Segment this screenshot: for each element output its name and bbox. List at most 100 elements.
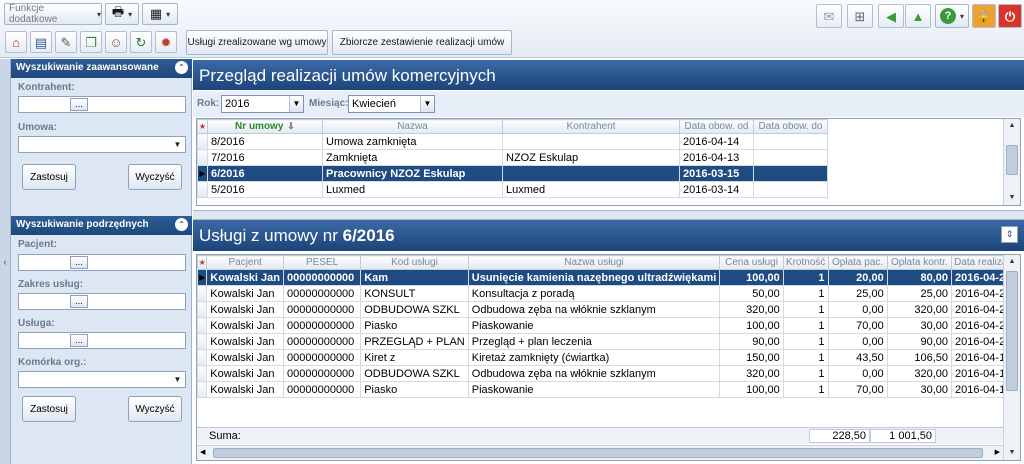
- column-header-od[interactable]: Data obow. od: [679, 119, 754, 134]
- table-row[interactable]: Kowalski Jan 00000000000 Kiret z Kiretaż…: [197, 349, 1020, 366]
- help-dropdown[interactable]: ? ▾: [935, 4, 969, 28]
- table-row[interactable]: 5/2016 Luxmed Luxmed 2016-03-14: [197, 181, 828, 198]
- stethoscope-icon[interactable]: ✎: [55, 31, 77, 53]
- documents-icon[interactable]: ❐: [80, 31, 102, 53]
- column-header-kod[interactable]: Kod usługi: [360, 255, 469, 270]
- refresh-icon[interactable]: ↻: [130, 31, 152, 53]
- scroll-left-icon[interactable]: ◀: [200, 448, 205, 456]
- cell-oplata-pac: 20,00: [827, 269, 888, 286]
- funkcje-dodatkowe-dropdown[interactable]: Funkcje dodatkowe ▾: [4, 3, 102, 25]
- collapse-up-icon[interactable]: ⌃: [175, 218, 188, 231]
- rok-select[interactable]: 2016 ▼: [221, 95, 304, 113]
- column-header-oplata-pac[interactable]: Opłata pac.: [827, 255, 888, 270]
- cell-cena: 320,00: [719, 365, 784, 382]
- apply-sub-button[interactable]: Zastosuj: [22, 396, 76, 422]
- suma-label: Suma:: [209, 430, 241, 442]
- zakres-uslug-field[interactable]: ...: [18, 293, 186, 310]
- org-tree-icon[interactable]: ⊞: [847, 4, 873, 28]
- table-row[interactable]: Kowalski Jan 00000000000 ODBUDOWA SZKL O…: [197, 365, 1020, 382]
- scroll-up-icon[interactable]: ▲: [1004, 119, 1020, 133]
- scroll-down-icon[interactable]: ▼: [1004, 191, 1020, 205]
- zakres-uslug-browse-button[interactable]: ...: [70, 295, 88, 308]
- usluga-browse-button[interactable]: ...: [70, 334, 88, 347]
- filter-star-icon[interactable]: ★: [197, 119, 208, 134]
- column-header-pesel[interactable]: PESEL: [282, 255, 362, 270]
- table-row[interactable]: Kowalski Jan 00000000000 KONSULT Konsult…: [197, 285, 1020, 302]
- clear-button[interactable]: Wyczyść: [128, 164, 182, 190]
- cell-oplata-kontr: 320,00: [886, 365, 953, 382]
- table-row-selected[interactable]: ▶ Kowalski Jan 00000000000 Kam Usunięcie…: [197, 269, 1020, 286]
- print-dropdown[interactable]: 🖶 ▾: [105, 3, 139, 25]
- pacjent-field[interactable]: ...: [18, 254, 186, 271]
- sub-search-title: Wyszukiwanie podrzędnych: [16, 219, 149, 230]
- row-indicator: [197, 381, 208, 398]
- column-header-krotnosc[interactable]: Krotność: [782, 255, 829, 270]
- clear-sub-button[interactable]: Wyczyść: [128, 396, 182, 422]
- column-header-do[interactable]: Data obow. do: [753, 119, 828, 134]
- table-row[interactable]: 7/2016 Zamknięta NZOZ Eskulap 2016-04-13: [197, 149, 828, 166]
- column-header-nr[interactable]: Nr umowy ⇩: [207, 119, 323, 134]
- toolbar: Funkcje dodatkowe ▾ 🖶 ▾ ▦ ▾ ⌂ ▤ ✎ ❐ ☺ ↻ ✹ U…: [0, 0, 1024, 58]
- table-row[interactable]: Kowalski Jan 00000000000 ODBUDOWA SZKL O…: [197, 301, 1020, 318]
- scroll-right-icon[interactable]: ▶: [995, 448, 1000, 456]
- cell-pesel: 00000000000: [282, 333, 362, 350]
- column-header-nazwa[interactable]: Nazwa: [322, 119, 503, 134]
- services-scrollbar[interactable]: ▲ ▼: [1003, 255, 1020, 460]
- contracts-scrollbar[interactable]: ▲ ▼: [1003, 119, 1020, 205]
- column-header-cena[interactable]: Cena usługi: [719, 255, 784, 270]
- table-row[interactable]: Kowalski Jan 00000000000 Piasko Piaskowa…: [197, 317, 1020, 334]
- expand-panel-icon[interactable]: ⇕: [1001, 226, 1018, 243]
- calendar-icon[interactable]: ▤: [30, 31, 52, 53]
- uslugi-zrealizowane-button[interactable]: Usługi zrealizowane wg umowy: [186, 30, 328, 55]
- column-header-pacjent[interactable]: Pacjent: [206, 255, 284, 270]
- usluga-field[interactable]: ...: [18, 332, 186, 349]
- scroll-thumb[interactable]: [1006, 145, 1018, 175]
- splitter[interactable]: [193, 210, 1024, 220]
- umowa-select[interactable]: ▼: [18, 136, 186, 153]
- collapse-panel-strip[interactable]: ‹: [0, 59, 11, 464]
- scroll-thumb-h[interactable]: [213, 448, 983, 458]
- lock-icon[interactable]: 🔒: [972, 4, 996, 28]
- cell-oplata-pac: 0,00: [827, 333, 888, 350]
- column-header-kontrahent[interactable]: Kontrahent: [502, 119, 680, 134]
- zbiorcze-zestawienie-button[interactable]: Zbiorcze zestawienie realizacji umów: [332, 30, 512, 55]
- kontrahent-field[interactable]: ...: [18, 96, 186, 113]
- pacjent-browse-button[interactable]: ...: [70, 256, 88, 269]
- table-row[interactable]: 8/2016 Umowa zamknięta 2016-04-14: [197, 133, 828, 150]
- scroll-thumb[interactable]: [1006, 271, 1018, 391]
- cell-pesel: 00000000000: [282, 269, 362, 286]
- power-icon[interactable]: ⏻: [998, 4, 1022, 28]
- layout-dropdown[interactable]: ▦ ▾: [142, 3, 178, 25]
- table-row[interactable]: Kowalski Jan 00000000000 Piasko Piaskowa…: [197, 381, 1020, 398]
- cell-oplata-kontr: 106,50: [886, 349, 953, 366]
- row-indicator: [197, 149, 208, 166]
- column-header-nazwa-uslugi[interactable]: Nazwa usługi: [467, 255, 721, 270]
- home-icon[interactable]: ⌂: [5, 31, 27, 53]
- back-arrow-icon[interactable]: ◀: [878, 4, 904, 28]
- column-header-oplata-kontr[interactable]: Opłata kontr.: [886, 255, 953, 270]
- table-row[interactable]: Kowalski Jan 00000000000 PRZEGLĄD + PLAN…: [197, 333, 1020, 350]
- miesiac-select[interactable]: Kwiecień ▼: [348, 95, 435, 113]
- cell-nr: 6/2016: [207, 165, 323, 182]
- collapse-up-icon[interactable]: ⌃: [175, 61, 188, 74]
- table-row-selected[interactable]: ▶ 6/2016 Pracownicy NZOZ Eskulap 2016-03…: [197, 165, 828, 182]
- mail-icon[interactable]: ✉: [816, 4, 842, 28]
- cell-oplata-kontr: 30,00: [886, 381, 953, 398]
- virus-icon[interactable]: ✹: [155, 31, 177, 53]
- cell-od: 2016-04-14: [679, 133, 754, 150]
- cell-pesel: 00000000000: [282, 365, 362, 382]
- kontrahent-browse-button[interactable]: ...: [70, 98, 88, 111]
- apply-button[interactable]: Zastosuj: [22, 164, 76, 190]
- cell-pesel: 00000000000: [282, 317, 362, 334]
- scroll-down-icon[interactable]: ▼: [1004, 446, 1020, 460]
- up-arrow-icon[interactable]: ▲: [905, 4, 931, 28]
- patient-icon[interactable]: ☺: [105, 31, 127, 53]
- komorka-select[interactable]: ▼: [18, 371, 186, 388]
- filter-star-icon[interactable]: ★: [197, 255, 208, 270]
- scroll-up-icon[interactable]: ▲: [1004, 255, 1020, 269]
- services-hscrollbar[interactable]: ◀ ▶: [197, 445, 1003, 460]
- cell-oplata-pac: 0,00: [827, 365, 888, 382]
- cell-do: [753, 181, 828, 198]
- cell-nazwa-uslugi: Konsultacja z poradą: [467, 285, 721, 302]
- chevron-down-icon: ▼: [420, 96, 434, 112]
